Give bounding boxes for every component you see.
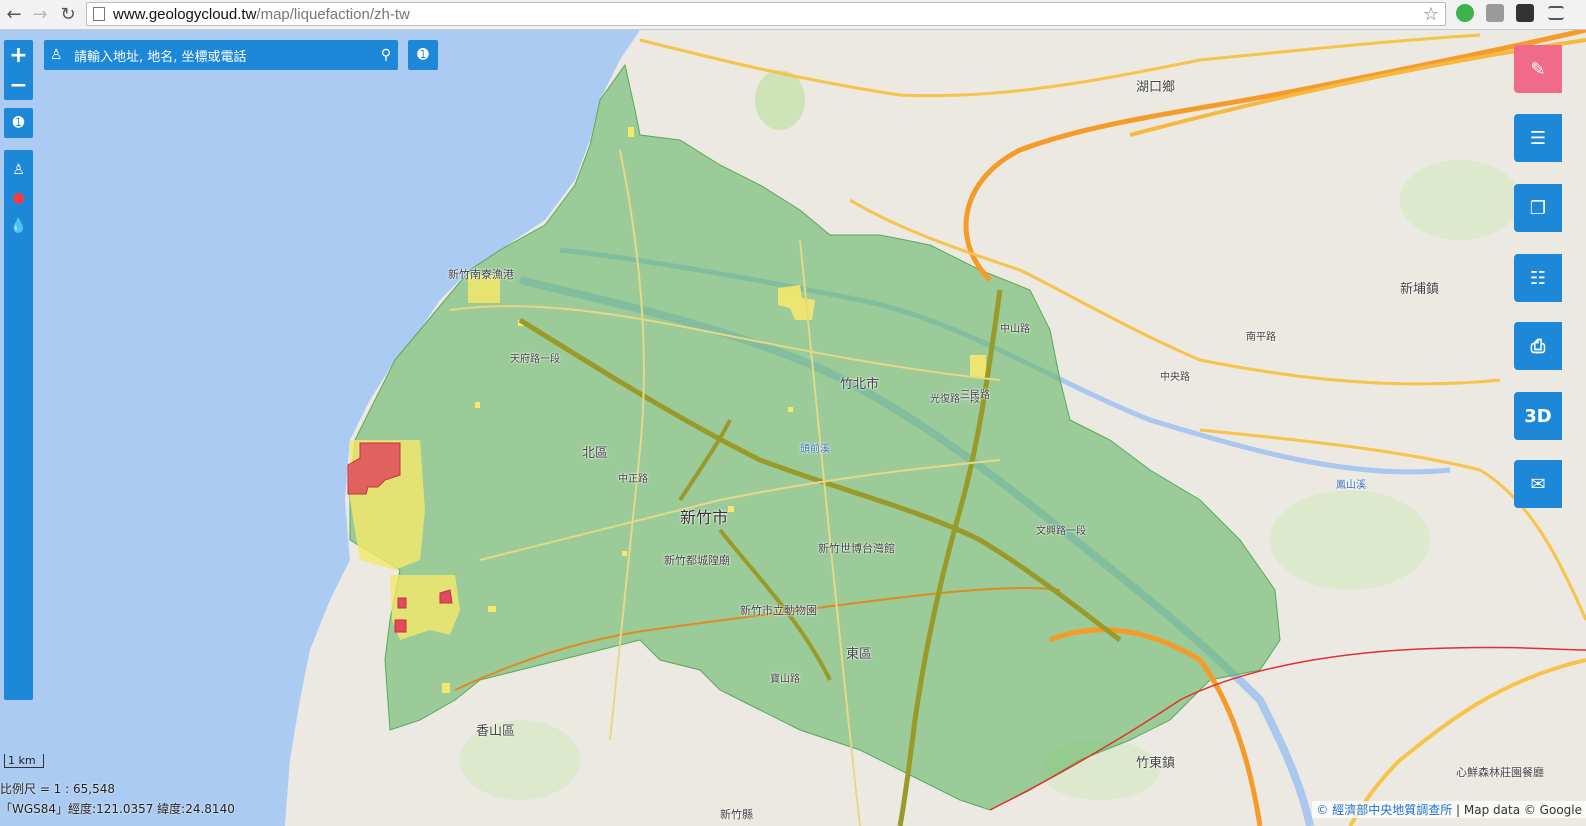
label-river-fengshan: 鳳山溪 — [1336, 480, 1366, 491]
label-xiangshan: 香山區 — [476, 724, 516, 739]
label-xinpu: 新埔鎮 — [1400, 282, 1440, 297]
attribution: © 經濟部中央地質調查所 | Map data © Google — [1312, 801, 1586, 818]
page-icon — [93, 7, 105, 21]
zoom-out-button[interactable]: − — [4, 70, 33, 100]
label-road-tianfu: 天府路一段 — [510, 354, 560, 365]
extension-green-icon[interactable] — [1456, 4, 1474, 22]
label-road-wenxing: 文興路一段 — [1036, 526, 1086, 537]
label-zhubei: 竹北市 — [840, 377, 880, 392]
label-zhudong: 竹東鎮 — [1136, 756, 1176, 771]
label-road-zhongyang: 中央路 — [1160, 372, 1190, 383]
eraser-button[interactable]: ✎ — [1514, 45, 1562, 93]
pin-icon: ➊ — [12, 115, 25, 131]
label-xinzhuxian: 新竹縣 — [720, 808, 753, 821]
label-river-toushan: 頭前溪 — [800, 444, 830, 455]
mail-button[interactable]: ✉ — [1514, 460, 1562, 508]
extension-gray-icon[interactable] — [1486, 4, 1504, 22]
extension-dark-icon[interactable] — [1516, 4, 1534, 22]
label-dongqu: 東區 — [846, 647, 873, 662]
scale-ratio: 比例尺 = 1 : 65,548 — [0, 782, 115, 796]
coordinate-readout: 「WGS84」經度:121.0357 緯度:24.8140 — [0, 802, 235, 816]
chart-button[interactable]: ☷ — [1514, 254, 1562, 302]
menu-icon[interactable] — [1548, 6, 1564, 20]
label-hsinchu-city: 新竹市 — [680, 508, 729, 527]
map-canvas[interactable]: 湖口鄉 新埔鎮 竹北市 北區 新竹市 東區 香山區 竹東鎮 新竹南寮漁港 新竹都… — [0, 30, 1586, 826]
forward-icon[interactable]: → — [28, 2, 52, 26]
walker-icon: ♙ — [50, 47, 63, 63]
add-layer-button[interactable]: ❐ — [1514, 184, 1562, 232]
label-road-nanping: 南平路 — [1246, 332, 1276, 343]
liquefaction-red-icon[interactable]: ● — [4, 184, 33, 212]
bookmark-star-icon[interactable]: ☆ — [1423, 4, 1439, 25]
label-hukou: 湖口鄉 — [1136, 80, 1176, 95]
streetview-person-icon[interactable]: ♙ — [4, 156, 33, 184]
locate-button[interactable]: ➊ — [4, 108, 33, 138]
label-zoo: 新竹市立動物園 — [740, 604, 817, 617]
search-input[interactable]: 請輸入地址, 地名, 坐標或電話 — [70, 46, 374, 65]
search-icon[interactable]: ⚲ — [374, 47, 398, 63]
map-data-credit: | Map data © Google — [1452, 803, 1582, 817]
zoom-control: + − — [4, 40, 33, 100]
label-road-baoshan: 寶山路 — [770, 674, 800, 685]
search-box[interactable]: ♙ 請輸入地址, 地名, 坐標或電話 ⚲ — [44, 40, 398, 70]
zoom-in-button[interactable]: + — [4, 40, 33, 70]
water-drop-icon[interactable]: 💧 — [4, 212, 33, 240]
layer-toolbar: ♙ ● 💧 — [4, 150, 33, 700]
label-fishport: 新竹南寮漁港 — [448, 268, 514, 281]
print-button[interactable]: ⎙ — [1514, 322, 1562, 370]
reload-icon[interactable]: ↻ — [56, 2, 80, 26]
eraser-icon: ✎ — [1530, 58, 1546, 80]
layers-icon: ☰ — [1529, 127, 1547, 149]
back-icon[interactable]: ← — [2, 2, 26, 26]
view-3d-button[interactable]: 3D — [1514, 392, 1562, 440]
mail-icon: ✉ — [1530, 473, 1546, 495]
browser-toolbar: ← → ↻ www.geologycloud.tw/map/liquefacti… — [0, 0, 1586, 30]
add-layer-icon: ❐ — [1529, 197, 1547, 219]
label-cityhall: 新竹都城隍廟 — [664, 554, 730, 567]
map-graphics — [0, 30, 1586, 826]
marker-icon: ➊ — [417, 47, 429, 63]
chart-icon: ☷ — [1529, 267, 1547, 289]
label-beiqu: 北區 — [582, 446, 609, 461]
address-bar[interactable]: www.geologycloud.tw/map/liquefaction/zh-… — [86, 2, 1446, 26]
label-road-sanmin: 三民路 — [960, 390, 990, 401]
label-restaurant: 心鮮森林莊園餐廳 — [1456, 766, 1544, 779]
scale-bar: 1 km — [4, 754, 44, 768]
marker-button[interactable]: ➊ — [408, 40, 438, 70]
print-icon: ⎙ — [1530, 335, 1546, 357]
label-road-zhongzheng: 中正路 — [618, 474, 648, 485]
agency-link[interactable]: © 經濟部中央地質調查所 — [1316, 803, 1452, 817]
label-expo: 新竹世博台灣館 — [818, 542, 895, 555]
label-road-zhongshan: 中山路 — [1000, 324, 1030, 335]
url-path: /map/liquefaction/zh-tw — [256, 5, 410, 23]
view-3d-label: 3D — [1524, 405, 1552, 427]
url-host: www.geologycloud.tw — [113, 5, 257, 23]
layers-button[interactable]: ☰ — [1514, 114, 1562, 162]
